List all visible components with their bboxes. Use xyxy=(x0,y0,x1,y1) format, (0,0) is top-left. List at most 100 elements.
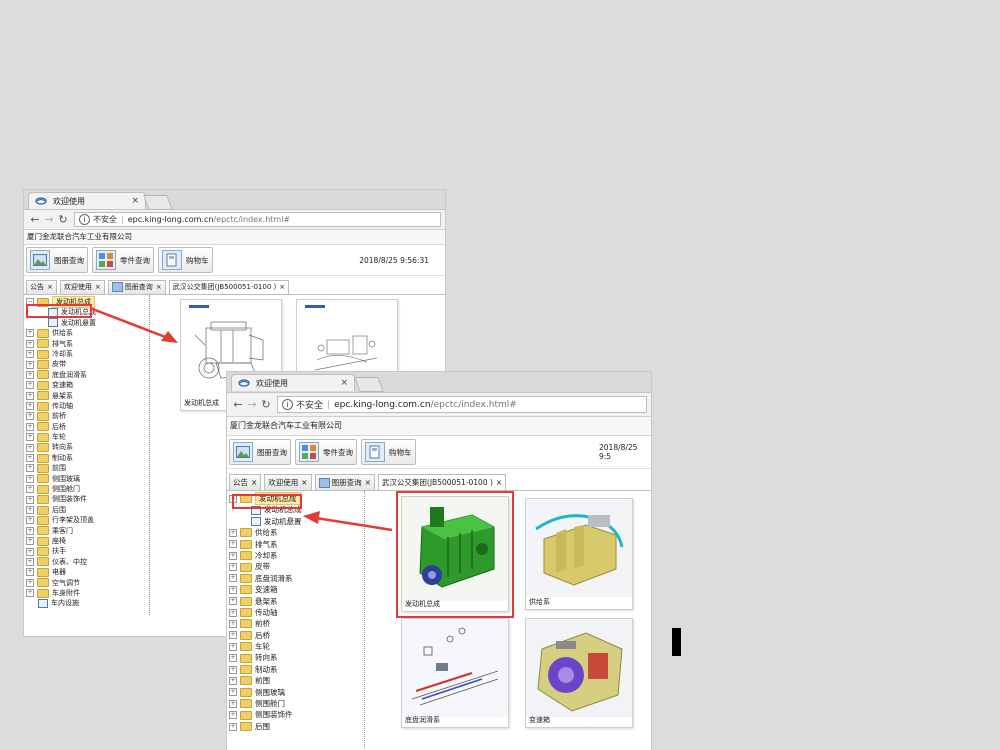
tree-item[interactable]: + 制动系 xyxy=(229,664,363,675)
tree-item[interactable]: + 侧围玻璃 xyxy=(229,687,363,698)
catalog-query-button[interactable]: 图册查询 xyxy=(26,247,88,273)
expand-icon[interactable]: + xyxy=(26,547,34,556)
expand-icon[interactable]: + xyxy=(26,391,34,400)
expand-icon[interactable]: + xyxy=(26,578,34,587)
info-icon[interactable]: i xyxy=(282,399,293,410)
close-icon[interactable]: × xyxy=(156,283,162,291)
tree-item[interactable]: + 侧围舱门 xyxy=(26,484,148,494)
expand-icon[interactable]: + xyxy=(229,642,237,651)
expand-icon[interactable]: + xyxy=(229,608,237,617)
expand-icon[interactable]: + xyxy=(26,370,34,379)
tree-item[interactable]: + 前桥 xyxy=(26,411,148,421)
cart-button[interactable]: 购物车 xyxy=(361,439,416,465)
new-tab-button[interactable] xyxy=(354,377,384,392)
tree-item[interactable]: + 电器 xyxy=(26,567,148,577)
tree-item[interactable]: + 前桥 xyxy=(229,618,363,629)
expand-icon[interactable]: + xyxy=(26,360,34,369)
tree-item[interactable]: + 侧围舱门 xyxy=(229,698,363,709)
tree-item[interactable]: + 悬架系 xyxy=(229,596,363,607)
expand-icon[interactable]: + xyxy=(26,495,34,504)
tree-item[interactable]: + 转向系 xyxy=(26,442,148,453)
tree-item[interactable]: + 底盘润滑系 xyxy=(26,370,148,380)
expand-icon[interactable]: + xyxy=(229,654,237,663)
tree-item[interactable]: + 变速箱 xyxy=(26,380,148,390)
back-arrow-icon[interactable]: ← xyxy=(28,213,42,226)
tree-item[interactable]: + 冷却系 xyxy=(229,550,363,561)
new-tab-button[interactable] xyxy=(143,195,173,210)
expand-icon[interactable]: + xyxy=(229,631,237,640)
expand-icon[interactable]: + xyxy=(26,454,34,463)
tree-item[interactable]: + 前围 xyxy=(26,463,148,473)
close-icon[interactable]: × xyxy=(496,478,502,487)
tab-notice[interactable]: 公告 × xyxy=(229,474,262,490)
expand-icon[interactable]: + xyxy=(229,711,237,720)
tree-item[interactable]: + 侧围装饰件 xyxy=(26,494,148,505)
tree-item[interactable]: + 后桥 xyxy=(229,630,363,641)
tab-welcome[interactable]: 欢迎使用 × xyxy=(59,280,105,294)
back-arrow-icon[interactable]: ← xyxy=(231,398,245,411)
expand-icon[interactable]: + xyxy=(229,585,237,594)
expand-icon[interactable]: + xyxy=(229,563,237,572)
parts-query-button[interactable]: 零件查询 xyxy=(295,439,357,465)
expand-icon[interactable]: + xyxy=(26,464,34,473)
tab-catalog[interactable]: 图册查询 × xyxy=(107,280,166,294)
tree-item[interactable]: + 侧围玻璃 xyxy=(26,474,148,484)
expand-icon[interactable]: + xyxy=(229,597,237,606)
expand-icon[interactable]: + xyxy=(26,350,34,359)
tree-item[interactable]: + 车轮 xyxy=(26,432,148,442)
tree-item[interactable]: + 行李架及顶盖 xyxy=(26,515,148,525)
thumbnail-card[interactable]: 变速箱 xyxy=(525,618,633,728)
tree-item[interactable]: + 传动轴 xyxy=(229,607,363,618)
expand-icon[interactable]: + xyxy=(229,551,237,560)
expand-icon[interactable]: + xyxy=(26,433,34,442)
close-icon[interactable]: × xyxy=(279,283,285,291)
expand-icon[interactable]: + xyxy=(26,381,34,390)
tab-wuhan-bus[interactable]: 武汉公交集团(JB500051-0100 ) × xyxy=(377,474,507,490)
browser-tab[interactable]: 欢迎使用 × xyxy=(28,192,146,209)
tab-notice[interactable]: 公告 × xyxy=(26,280,57,294)
tab-welcome[interactable]: 欢迎使用 × xyxy=(264,474,312,490)
close-icon[interactable]: × xyxy=(95,283,101,291)
expand-icon[interactable]: + xyxy=(26,506,34,514)
expand-icon[interactable]: + xyxy=(229,699,237,708)
tree-item[interactable]: + 转向系 xyxy=(229,652,363,663)
expand-icon[interactable]: + xyxy=(229,619,237,628)
tree-item[interactable]: + 皮带 xyxy=(229,561,363,572)
tree-item-last[interactable]: 车内设施 xyxy=(26,598,148,609)
close-icon[interactable]: × xyxy=(251,478,257,487)
tree-item[interactable]: + 传动轴 xyxy=(26,401,148,411)
tree-item[interactable]: + 仪表、中控 xyxy=(26,557,148,567)
close-icon[interactable]: × xyxy=(47,283,53,291)
expand-icon[interactable]: + xyxy=(229,722,237,731)
close-icon[interactable]: × xyxy=(301,478,307,487)
tree-item[interactable]: + 变速箱 xyxy=(229,584,363,595)
tree-item[interactable]: + 皮带 xyxy=(26,359,148,370)
url-input[interactable]: i 不安全 | epc.king-long.com.cn/epctc/index… xyxy=(277,396,647,413)
close-icon[interactable]: × xyxy=(131,196,139,206)
tree-item[interactable]: + 后桥 xyxy=(26,422,148,432)
expand-icon[interactable]: + xyxy=(26,485,34,494)
expand-icon[interactable]: + xyxy=(26,329,34,338)
expand-icon[interactable]: + xyxy=(229,574,237,583)
tree-item[interactable]: + 乘客门 xyxy=(26,526,148,536)
tree-item[interactable]: + 前围 xyxy=(229,675,363,686)
expand-icon[interactable]: + xyxy=(26,402,34,411)
tree-item[interactable]: + 座椅 xyxy=(26,536,148,546)
expand-icon[interactable]: + xyxy=(26,568,34,577)
thumbnail-card[interactable]: 底盘润滑系 xyxy=(401,618,509,728)
forward-arrow-icon[interactable]: → xyxy=(42,213,56,226)
catalog-query-button[interactable]: 图册查询 xyxy=(229,439,291,465)
expand-icon[interactable]: + xyxy=(26,339,34,348)
expand-icon[interactable]: + xyxy=(26,537,34,546)
expand-icon[interactable]: + xyxy=(26,422,34,431)
reload-icon[interactable]: ↻ xyxy=(56,213,70,226)
expand-icon[interactable]: + xyxy=(26,516,34,525)
tab-wuhan-bus[interactable]: 武汉公交集团(JB500051-0100 ) × xyxy=(168,280,290,294)
expand-icon[interactable]: + xyxy=(26,589,34,598)
tree-item[interactable]: + 冷却系 xyxy=(26,349,148,359)
tree-item[interactable]: + 制动系 xyxy=(26,453,148,463)
tree-item[interactable]: + 侧围装饰件 xyxy=(229,709,363,720)
url-input[interactable]: i 不安全 | epc.king-long.com.cn/epctc/index… xyxy=(74,212,441,227)
tree-item[interactable]: + 车身附件 xyxy=(26,588,148,598)
thumbnail-card[interactable]: 供给系 xyxy=(525,498,633,610)
